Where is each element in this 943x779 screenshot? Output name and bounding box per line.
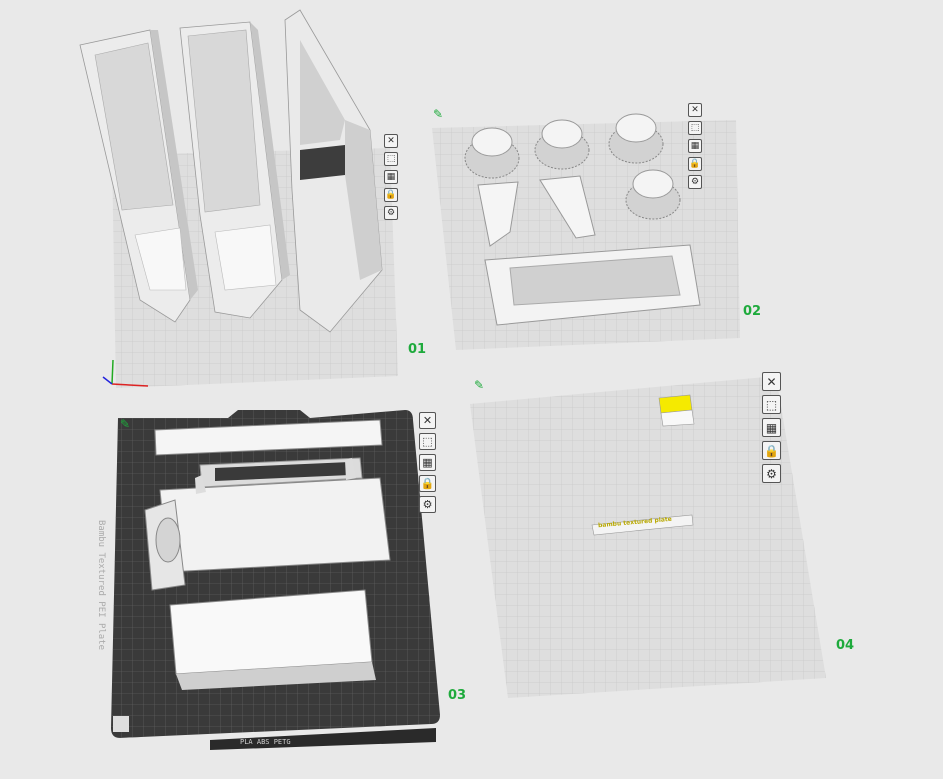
- plate-number-03: 03: [448, 688, 467, 703]
- arrange-icon[interactable]: ▦: [762, 418, 781, 437]
- bed-footer-text: PLA ABS PETG: [240, 738, 291, 746]
- edit-plate-name-icon[interactable]: ✎: [474, 378, 484, 392]
- plate-01[interactable]: [79, 9, 398, 388]
- orient-icon[interactable]: ⬚: [688, 121, 702, 135]
- plate-03[interactable]: [111, 410, 440, 750]
- model-rail-bracket[interactable]: [284, 9, 383, 333]
- plate-04-toolbar: ✕ ⬚ ▦ 🔒 ⚙: [762, 372, 781, 483]
- model-left-housing[interactable]: [79, 29, 198, 323]
- orient-icon[interactable]: ⬚: [384, 152, 398, 166]
- plate-02-toolbar: ✕ ⬚ ▦ 🔒 ⚙: [688, 103, 702, 189]
- lock-icon[interactable]: 🔒: [419, 475, 436, 492]
- model-block[interactable]: [169, 589, 376, 690]
- plate-03-toolbar: ✕ ⬚ ▦ 🔒 ⚙: [419, 412, 436, 513]
- plate-number-04: 04: [836, 638, 855, 653]
- settings-icon[interactable]: ⚙: [762, 464, 781, 483]
- bed-vertical-text: Bambu Textured PEI Plate: [96, 520, 106, 651]
- plate-number-02: 02: [743, 304, 762, 319]
- settings-icon[interactable]: ⚙: [384, 206, 398, 220]
- edit-plate-name-icon[interactable]: ✎: [120, 417, 130, 431]
- model-yellow-block[interactable]: [658, 394, 695, 427]
- orient-icon[interactable]: ⬚: [762, 395, 781, 414]
- close-icon[interactable]: ✕: [419, 412, 436, 429]
- model-knob[interactable]: [608, 113, 664, 164]
- lock-icon[interactable]: 🔒: [384, 188, 398, 202]
- plate-corner-marker: [113, 716, 129, 732]
- lock-icon[interactable]: 🔒: [762, 441, 781, 460]
- settings-icon[interactable]: ⚙: [688, 175, 702, 189]
- arrange-icon[interactable]: ▦: [384, 170, 398, 184]
- arrange-icon[interactable]: ▦: [419, 454, 436, 471]
- plate-number-01: 01: [408, 342, 427, 357]
- close-icon[interactable]: ✕: [688, 103, 702, 117]
- settings-icon[interactable]: ⚙: [419, 496, 436, 513]
- arrange-icon[interactable]: ▦: [688, 139, 702, 153]
- plate-01-toolbar: ✕ ⬚ ▦ 🔒 ⚙: [384, 134, 398, 220]
- 3d-viewport[interactable]: [0, 0, 943, 779]
- close-icon[interactable]: ✕: [762, 372, 781, 391]
- close-icon[interactable]: ✕: [384, 134, 398, 148]
- edit-plate-name-icon[interactable]: ✎: [433, 107, 443, 121]
- lock-icon[interactable]: 🔒: [688, 157, 702, 171]
- orient-icon[interactable]: ⬚: [419, 433, 436, 450]
